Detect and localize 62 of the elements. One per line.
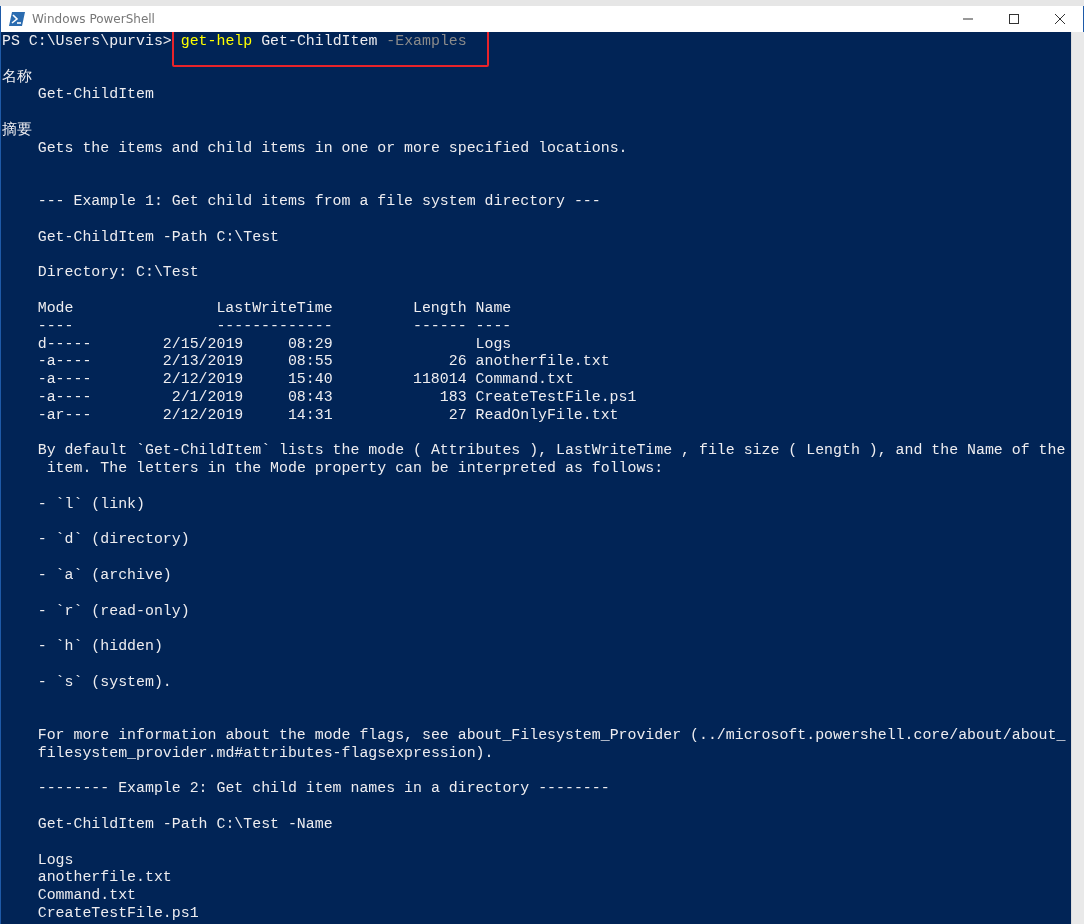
- column-header: Length: [412, 299, 467, 318]
- table-cell-text: 26: [447, 353, 467, 372]
- close-icon: [1055, 14, 1065, 24]
- output-line: Logs: [36, 851, 74, 870]
- column-header: Mode: [37, 299, 75, 318]
- output-line: Get-ChildItem: [36, 86, 154, 105]
- command-line: PS C:\Users\purvis> get-help Get-ChildItem -Examples: [2, 33, 467, 51]
- output-line: Get-ChildItem -Path C:\Test: [36, 228, 279, 247]
- table-cell-text: -a----: [37, 353, 93, 372]
- table-cell-text: 08:55: [286, 353, 333, 372]
- output-line: By default `Get-ChildItem` lists the mode ( Attributes ), LastWriteTime , file size ( Length ), and the Name of the: [36, 442, 1066, 461]
- output-line: Command.txt: [36, 887, 137, 906]
- output-line: - `s` (system).: [36, 673, 172, 692]
- output-line: CreateTestFile.ps1: [36, 905, 199, 923]
- table-cell-text: ReadOnlyFile.txt: [474, 406, 620, 425]
- output-line: For more information about the mode flags, see about_Filesystem_Provider (../microsoft.powershell.core/about/about_: [36, 727, 1066, 745]
- output-line: - `a` (archive): [36, 566, 172, 585]
- table-cell: 2/12/2019: [162, 406, 244, 425]
- table-cell-text: Logs: [474, 335, 513, 354]
- column-header: LastWriteTime: [215, 299, 333, 318]
- output-line: Gets the items and child items in one or more specified locations.: [36, 139, 628, 158]
- table-cell-text: 2/1/2019: [170, 388, 244, 407]
- scrollbar[interactable]: [1071, 32, 1084, 924]
- output-line: - `r` (read-only): [36, 602, 190, 621]
- header-rule: ------: [412, 317, 467, 336]
- table-cell-text: 27: [447, 406, 467, 425]
- output-line: item. The letters in the Mode property can be interpreted as follows:: [45, 460, 664, 478]
- table-cell-text: d-----: [37, 335, 93, 354]
- output-line: Get-ChildItem -Path C:\Test -Name: [36, 816, 333, 834]
- table-cell: 2/15/2019: [162, 335, 244, 354]
- table-cell-text: anotherfile.txt: [474, 353, 611, 372]
- table-cell-text: 14:31: [286, 406, 333, 425]
- output-line: -------- Example 2: Get child item names in a directory --------: [36, 780, 610, 799]
- table-cell-text: -a----: [37, 388, 93, 407]
- minimize-icon: [963, 18, 973, 20]
- window-title: Windows PowerShell: [32, 12, 156, 26]
- output-line: filesystem_provider.md#attributes-flagsexpression).: [36, 744, 494, 763]
- powershell-icon: [9, 12, 25, 26]
- table-cell: 2/13/2019: [162, 353, 244, 372]
- table-cell-text: 118014: [412, 371, 467, 389]
- header-rule: ----: [474, 317, 513, 336]
- output-line: - `l` (link): [36, 495, 145, 514]
- output-line: Directory: C:\Test: [36, 264, 199, 283]
- table-cell-text: 08:29: [286, 335, 333, 354]
- header-rule: -------------: [215, 317, 333, 336]
- maximize-icon: [1009, 14, 1019, 24]
- output-line: - `d` (directory): [36, 531, 190, 550]
- table-cell-text: Command.txt: [474, 371, 575, 389]
- table-cell-text: -a----: [37, 371, 93, 389]
- header-rule: ----: [37, 317, 75, 336]
- table-cell-text: 183: [438, 388, 467, 407]
- output-line: anotherfile.txt: [36, 869, 172, 888]
- output-line: 摘要: [2, 122, 32, 140]
- column-header: Name: [474, 299, 513, 318]
- output-line: --- Example 1: Get child items from a file system directory ---: [36, 193, 601, 211]
- table-cell-text: 08:43: [286, 388, 333, 407]
- table-cell-text: -ar---: [37, 406, 93, 425]
- output-line: - `h` (hidden): [36, 638, 163, 656]
- table-cell-text: 15:40: [286, 371, 333, 389]
- table-cell-text: CreateTestFile.ps1: [474, 388, 637, 407]
- table-cell: 2/12/2019: [162, 371, 244, 389]
- output-line: 名称: [2, 68, 32, 87]
